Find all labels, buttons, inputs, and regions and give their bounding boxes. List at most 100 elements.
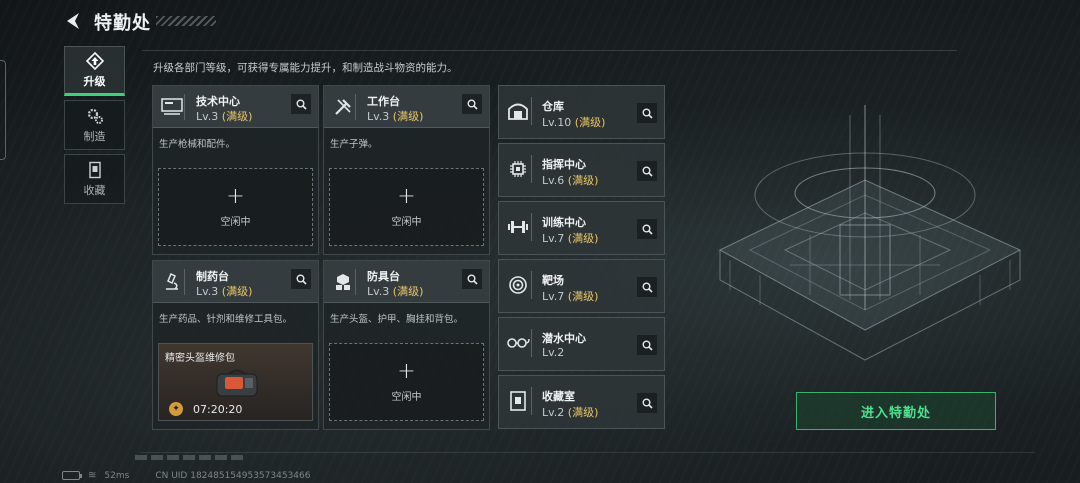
armor-icon <box>330 269 356 295</box>
microscope-icon <box>159 269 185 295</box>
footer-divider <box>140 452 1035 453</box>
plus-icon: + <box>397 183 416 209</box>
production-slot-empty[interactable]: + 空闲中 <box>329 168 484 246</box>
facility-card-tech-center[interactable]: 技术中心 Lv.3 (满级) 生产枪械和配件。 + 空闲中 <box>152 85 319 255</box>
facility-level: Lv.2 <box>542 346 565 359</box>
max-level-tag: (满级) <box>574 116 606 129</box>
max-level-tag: (满级) <box>567 406 599 419</box>
facility-name: 制药台 <box>196 270 229 283</box>
inspect-button[interactable] <box>462 94 482 114</box>
inspect-button[interactable] <box>637 277 657 297</box>
facility-level: Lv.3 (满级) <box>196 285 253 298</box>
inspect-button[interactable] <box>291 94 311 114</box>
facility-description: 生产枪械和配件。 <box>159 139 236 150</box>
plus-icon: + <box>397 358 416 384</box>
inspect-button[interactable] <box>637 335 657 355</box>
facility-card-armor-bench[interactable]: 防具台 Lv.3 (满级) 生产头盔、护甲、胸挂和背包。 + 空闲中 <box>323 260 490 430</box>
divider-line <box>142 50 957 51</box>
user-uid: CN UID 1824851549535734​53466 <box>155 470 311 481</box>
side-edge-handle[interactable] <box>0 60 6 160</box>
status-bar: ≋ 52ms CN UID 1824851549535734​53466 <box>62 470 310 481</box>
production-slot-active[interactable]: 精密头盔维修包 ✦ 07:20:20 <box>158 343 313 421</box>
wifi-icon: ≋ <box>88 470 97 481</box>
facility-item-command-center[interactable]: 指挥中心 Lv.6 (满级) <box>498 143 665 197</box>
page-title: 特勤处 <box>94 13 151 34</box>
max-level-tag: (满级) <box>221 285 253 298</box>
facility-level: Lv.10 (满级) <box>542 116 606 129</box>
plus-icon: + <box>226 183 245 209</box>
facility-name: 潜水中心 <box>542 332 586 345</box>
facility-description: 生产头盔、护甲、胸挂和背包。 <box>330 314 464 325</box>
tab-manufacture-label: 制造 <box>83 129 106 143</box>
facility-item-warehouse[interactable]: 仓库 Lv.10 (满级) <box>498 85 665 139</box>
collection-room-icon <box>504 387 532 415</box>
search-icon <box>642 282 653 293</box>
facility-name: 工作台 <box>367 95 400 108</box>
facility-level: Lv.3 (满级) <box>367 285 424 298</box>
facility-level: Lv.3 (满级) <box>367 110 424 123</box>
facility-level: Lv.2 (满级) <box>542 406 599 419</box>
footer-decoration <box>135 455 245 460</box>
facility-name: 防具台 <box>367 270 400 283</box>
facility-item-training-center[interactable]: 训练中心 Lv.7 (满级) <box>498 201 665 255</box>
inspect-button[interactable] <box>291 269 311 289</box>
search-icon <box>642 166 653 177</box>
card-header: 防具台 Lv.3 (满级) <box>324 261 489 303</box>
repair-kit-bag-icon <box>216 369 258 397</box>
card-header: 技术中心 Lv.3 (满级) <box>153 86 318 128</box>
search-icon <box>642 398 653 409</box>
gears-icon <box>86 107 104 125</box>
header: 特勤处 <box>0 0 1080 40</box>
facility-item-diving-center[interactable]: 潜水中心 Lv.2 <box>498 317 665 371</box>
facility-description: 生产药品、针剂和维修工具包。 <box>159 314 293 325</box>
dumbbell-icon <box>504 213 532 241</box>
facility-item-collection-room[interactable]: 收藏室 Lv.2 (满级) <box>498 375 665 429</box>
facility-level: Lv.7 (满级) <box>542 232 599 245</box>
facility-card-workbench[interactable]: 工作台 Lv.3 (满级) 生产子弹。 + 空闲中 <box>323 85 490 255</box>
producing-item-name: 精密头盔维修包 <box>165 353 235 364</box>
facility-level: Lv.3 (满级) <box>196 110 253 123</box>
diving-icon <box>504 329 532 357</box>
tab-upgrade[interactable]: 升级 <box>64 46 125 96</box>
slot-status: 空闲中 <box>391 216 422 228</box>
warehouse-icon <box>504 97 532 125</box>
tab-collection-label: 收藏 <box>83 183 106 197</box>
slot-status: 空闲中 <box>220 216 251 228</box>
production-slot-empty[interactable]: + 空闲中 <box>329 343 484 421</box>
search-icon <box>642 224 653 235</box>
inspect-button[interactable] <box>637 161 657 181</box>
search-icon <box>642 340 653 351</box>
inspect-button[interactable] <box>462 269 482 289</box>
facility-name: 指挥中心 <box>542 158 586 171</box>
enter-special-ops-button[interactable]: 进入特勤处 <box>796 392 996 430</box>
facility-card-pharmacy[interactable]: 制药台 Lv.3 (满级) 生产药品、针剂和维修工具包。 精密头盔维修包 ✦ 0… <box>152 260 319 430</box>
tab-manufacture[interactable]: 制造 <box>64 100 125 150</box>
inspect-button[interactable] <box>637 103 657 123</box>
facility-item-shooting-range[interactable]: 靶场 Lv.7 (满级) <box>498 259 665 313</box>
facility-description: 生产子弹。 <box>330 139 378 150</box>
page-description: 升级各部门等级，可获得专属能力提升，和制造战斗物资的能力。 <box>153 62 458 74</box>
collection-icon <box>86 161 104 179</box>
max-level-tag: (满级) <box>392 110 424 123</box>
max-level-tag: (满级) <box>567 232 599 245</box>
inspect-button[interactable] <box>637 393 657 413</box>
upgrade-icon <box>85 51 104 70</box>
inspect-button[interactable] <box>637 219 657 239</box>
max-level-tag: (满级) <box>221 110 253 123</box>
facility-level: Lv.7 (满级) <box>542 290 599 303</box>
max-level-tag: (满级) <box>392 285 424 298</box>
computer-icon <box>159 94 185 120</box>
card-header: 工作台 Lv.3 (满级) <box>324 86 489 128</box>
back-button[interactable] <box>62 10 84 32</box>
max-level-tag: (满级) <box>567 174 599 187</box>
title-decoration <box>156 16 216 26</box>
facility-name: 收藏室 <box>542 390 575 403</box>
production-slot-empty[interactable]: + 空闲中 <box>158 168 313 246</box>
tab-collection[interactable]: 收藏 <box>64 154 125 204</box>
facility-name: 训练中心 <box>542 216 586 229</box>
facility-name: 仓库 <box>542 100 564 113</box>
production-timer: 07:20:20 <box>193 403 243 416</box>
back-arrow-icon <box>67 13 79 29</box>
chip-icon <box>504 155 532 183</box>
wrench-icon: ✦ <box>169 402 183 416</box>
